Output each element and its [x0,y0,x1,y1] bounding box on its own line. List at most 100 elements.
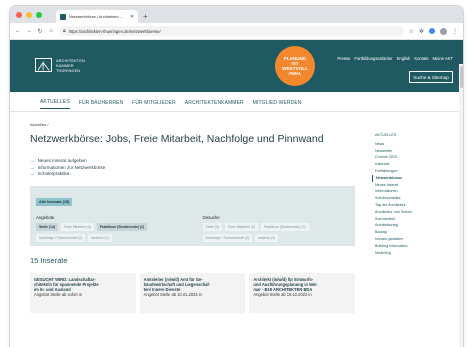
link-neues-inserat[interactable]: → Neues Inserat aufgeben [30,158,355,165]
extensions-icon[interactable]: ✲ [419,28,424,35]
sidebar-item-inklusiv-gestalten[interactable]: Inklusiv gestalten [372,236,442,243]
filter-chip-gesuche[interactable]: Nachfolge / Partnerschaft (0) [202,233,252,242]
scrollbar[interactable] [459,64,463,347]
profile-avatar[interactable] [440,27,447,35]
menu-icon[interactable]: ⋮ [452,28,458,35]
sidebar-item-modelling[interactable]: Modelling [372,250,442,257]
listing-card[interactable]: Architekt (m/w/d) für Entwurfs-und Ausfü… [249,272,356,313]
top-link-meine-akt[interactable]: Meine AKT [433,56,453,61]
tab-bar: Netzwerkbörse | Architekten ... ✕ + [10,6,463,23]
top-link-english[interactable]: English [397,56,411,61]
filter-gesuche: Gesuche Stelle (0) Freie Mitarbeit (0) Pra… [202,214,350,242]
sidebar-item-tag-der-architektur[interactable]: Tag der Architektur [372,202,442,209]
sidebar-item-sommerfest[interactable]: Sommerfest [372,216,442,223]
filter-panel: Alle Inserate (15) Angebote Stelle (14) F… [30,185,355,246]
top-link-presse[interactable]: Presse [337,56,350,61]
lock-icon: 🔒︎ [63,28,66,34]
listing-card[interactable]: GESUCHT WIRD: Landschaftar-chitekt/in fü… [30,272,136,313]
filter-heading: Angebote [36,214,55,220]
link-informationen[interactable]: → Informationen zur Netzwerkbörse [30,165,355,172]
maximize-window-button[interactable] [36,12,42,18]
result-count: 15 Inserate [30,255,68,265]
reload-icon[interactable]: ↻ [37,28,43,35]
top-link-kontakt[interactable]: Kontakt [414,56,428,61]
sidebar-item-chronik-2023[interactable]: Chronik 2023 [372,154,442,161]
favicon-icon [60,13,66,20]
filter-chip-angebote[interactable]: Nachfolge / Partnerschaft (0) [36,233,86,242]
sidebar-item-building-information[interactable]: Building Information [372,243,442,250]
page-title: Netzwerkbörse: Jobs, Freie Mitarbeit, Na… [30,133,324,145]
site-header: ARCHITEKTEN KAMMER THÜRINGEN Presse Fort… [10,40,463,92]
tab-title: Netzwerkbörse | Architekten ... [69,14,124,19]
badge-hashtag: #WIAL [288,71,302,77]
filter-chip-angebote[interactable]: Praktikum (Studierende) (1) [96,222,148,231]
filter-heading: Gesuche [202,214,220,220]
sidebar-item-kalender[interactable]: Kalender [372,161,442,168]
sidebar-item-aktuelles[interactable]: AKTUELLES [372,132,442,139]
filter-chip-gesuche[interactable]: Stelle (0) [202,222,223,231]
minimize-window-button[interactable] [26,12,32,18]
nav-mitglied-werden[interactable]: MITGLIED WERDEN [253,95,302,109]
link-label: Neues Inserat aufgeben [37,158,87,163]
home-icon[interactable]: ⌂ [48,28,54,34]
sidebar-nav: AKTUELLES News Newsletter Chronik 2023 Kalen… [372,132,442,256]
main-content: Aktuelles / Netzwerkbörse: Jobs, Freie M… [30,114,356,313]
top-links: Presse Fortbildungsanbieter English Kont… [337,56,453,61]
top-link-fortbildungsanbieter[interactable]: Fortbildungsanbieter [354,56,392,61]
search-sitemap-button[interactable]: Suche & Sitemap [409,71,453,83]
bookmark-star-icon[interactable]: ☆ [409,28,414,35]
close-window-button[interactable] [16,12,22,18]
link-schuelerpraktika[interactable]: → Schülerpraktika [30,171,355,178]
address-bar[interactable]: 🔒︎ https://architekten-thueringen.de/net… [59,26,404,36]
filter-chip-angebote[interactable]: Stelle (14) [36,222,59,231]
sidebar-item-schülerpraktika[interactable]: Schülerpraktika [372,195,442,202]
listing-card[interactable]: Amtsleiter (m/w/d) Amt für Ge-bäudewirts… [139,272,246,313]
filter-chip-gesuche[interactable]: anderes (0) [254,233,279,242]
back-icon[interactable]: ← [15,28,21,34]
filter-all-button[interactable]: Alle Inserate (15) [36,197,73,206]
sidebar-item-fortbildungen[interactable]: Fortbildungen [372,168,442,175]
action-links: → Neues Inserat aufgeben → Informationen z… [30,158,355,178]
filter-chip-angebote[interactable]: anderes (0) [88,233,112,242]
link-label: Informationen zur Netzwerkbörse [37,164,106,170]
forward-icon[interactable]: → [26,28,32,34]
extension-icon[interactable] [429,28,435,34]
sidebar-item-architektur-und-schule[interactable]: Architektur und Schule [372,209,442,216]
arrow-right-icon: → [30,158,35,163]
nav-aktuelles[interactable]: AKTUELLES [40,94,70,109]
nav-fuer-bauherren[interactable]: FÜR BAUHERREN [79,95,123,109]
sidebar-item-netzwerkbörse[interactable]: Netzwerkbörse [372,174,442,182]
browser-toolbar: ← → ↻ ⌂ 🔒︎ https://architekten-thueringe… [10,23,463,40]
main-navigation: AKTUELLES FÜR BAUHERREN FÜR MITGLIEDER A… [10,92,463,112]
logo-icon[interactable] [35,58,52,72]
url-text: https://architekten-thueringen.de/netzwe… [68,28,161,34]
nav-architektenkammer[interactable]: ARCHITEKTENKAMMER [185,95,244,109]
sidebar-item-informationen[interactable]: Informationen [372,188,442,195]
sidebar-item-architekturtag[interactable]: Architekturtag [372,222,442,229]
listing-cards: GESUCHT WIRD: Landschaftar-chitekt/in fü… [30,272,356,313]
logo-text[interactable]: ARCHITEKTEN KAMMER THÜRINGEN [56,59,85,74]
arrow-right-icon: → [30,164,35,170]
filter-chip-angebote[interactable]: Freie Mitarbeit (0) [61,222,94,231]
browser-window: Netzwerkbörse | Architekten ... ✕ + ← → … [10,6,463,347]
sidebar-item-newsletter[interactable]: Newsletter [372,148,442,155]
scrollbar-thumb[interactable] [460,66,463,88]
browser-tab[interactable]: Netzwerkbörse | Architekten ... ✕ [56,10,138,23]
campaign-badge[interactable]: PLANUNG IST WERTVOLL #WIAL [275,46,315,86]
listing-meta: Angebot Stelle ab 10.01.2024 in [143,292,202,298]
listing-meta: Angebot Stelle ab sofort in [34,292,83,298]
sidebar-item-bautag[interactable]: Bautag [372,229,442,236]
sidebar-item-news[interactable]: News [372,141,442,148]
filter-angebote: Angebote Stelle (14) Freie Mitarbeit (0) P… [36,215,183,242]
sidebar-item-neues-inserat[interactable]: Neues Inserat [372,182,442,189]
link-label: Schülerpraktika [37,171,70,177]
listing-meta: Angebot Stelle ab 19.12.2023 in [253,292,312,298]
filter-chip-gesuche[interactable]: Praktikum (Studierende) (0) [260,222,309,231]
close-icon[interactable]: ✕ [130,14,134,20]
window-controls [16,12,42,18]
new-tab-icon[interactable]: + [143,10,148,23]
breadcrumb[interactable]: Aktuelles / [30,122,355,127]
filter-chip-gesuche[interactable]: Freie Mitarbeit (0) [225,222,258,231]
arrow-right-icon: → [30,171,35,177]
nav-fuer-mitglieder[interactable]: FÜR MITGLIEDER [132,95,176,109]
